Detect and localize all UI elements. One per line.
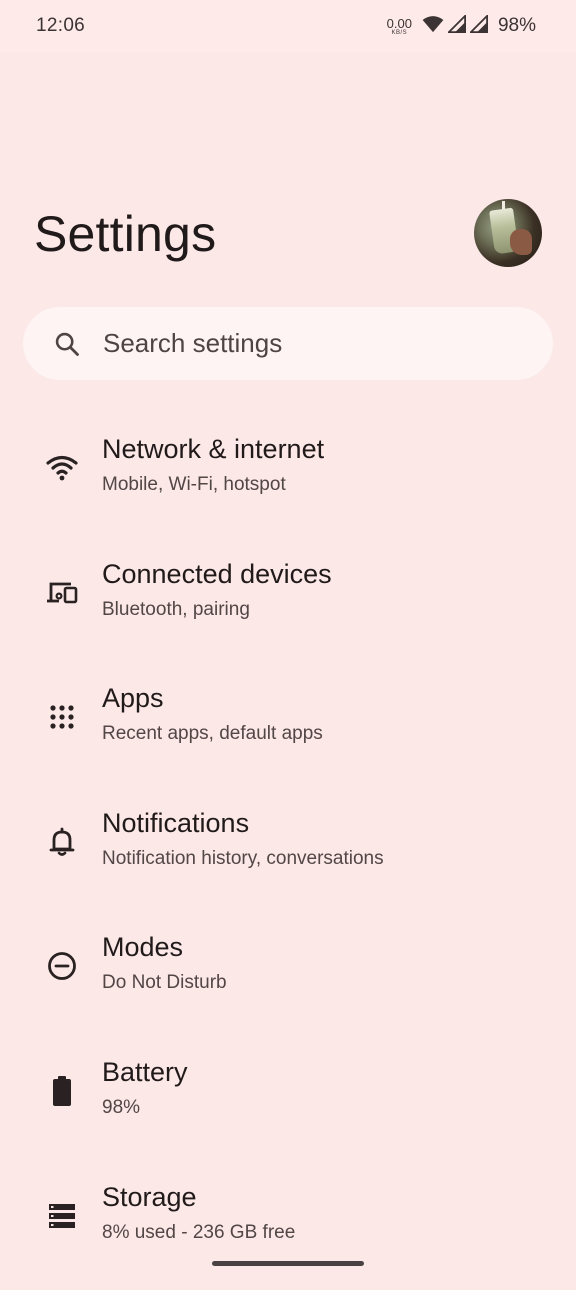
status-icons: 0.00 KB/S 98% xyxy=(387,13,536,38)
wifi-icon xyxy=(44,450,80,486)
settings-item-subtitle: Notification history, conversations xyxy=(102,847,384,869)
settings-item-storage[interactable]: Storage 8% used - 236 GB free xyxy=(0,1166,576,1290)
page-title: Settings xyxy=(34,206,217,262)
search-placeholder: Search settings xyxy=(103,328,283,358)
settings-item-modes[interactable]: Modes Do Not Disturb xyxy=(0,916,576,1041)
avatar-photo-hand xyxy=(510,229,532,255)
signal-icon xyxy=(446,13,466,38)
settings-item-battery[interactable]: Battery 98% xyxy=(0,1041,576,1166)
settings-item-notifications[interactable]: Notifications Notification history, conv… xyxy=(0,792,576,917)
avatar[interactable] xyxy=(474,199,542,267)
settings-item-connected-devices[interactable]: Connected devices Bluetooth, pairing xyxy=(0,543,576,668)
net-speed: 0.00 KB/S xyxy=(387,17,412,36)
status-time: 12:06 xyxy=(36,15,86,36)
settings-item-title: Modes xyxy=(102,932,184,963)
gesture-nav-handle[interactable] xyxy=(212,1261,364,1266)
bell-icon xyxy=(44,824,80,860)
minus-circle-icon xyxy=(44,948,80,984)
net-speed-unit: KB/S xyxy=(391,29,408,36)
settings-item-subtitle: 8% used - 236 GB free xyxy=(102,1221,296,1243)
search-input[interactable]: Search settings xyxy=(23,307,553,380)
net-speed-value: 0.00 xyxy=(386,15,412,31)
settings-item-title: Apps xyxy=(102,683,164,714)
apps-grid-icon xyxy=(44,699,80,735)
settings-item-subtitle: Mobile, Wi-Fi, hotspot xyxy=(102,474,286,495)
settings-item-subtitle: Recent apps, default apps xyxy=(102,723,323,745)
settings-list: Network & internet Mobile, Wi-Fi, hotspo… xyxy=(0,418,576,1290)
settings-item-apps[interactable]: Apps Recent apps, default apps xyxy=(0,667,576,792)
settings-item-title: Notifications xyxy=(102,807,250,838)
storage-icon xyxy=(44,1198,80,1234)
wifi-status-icon xyxy=(422,15,444,38)
devices-icon xyxy=(44,575,80,611)
settings-item-network[interactable]: Network & internet Mobile, Wi-Fi, hotspo… xyxy=(0,418,576,543)
signal-icon-2 xyxy=(468,13,488,38)
settings-item-title: Network & internet xyxy=(102,434,325,464)
settings-item-title: Battery xyxy=(102,1056,188,1087)
status-bar: 12:06 0.00 KB/S 98% xyxy=(0,0,576,52)
battery-icon xyxy=(44,1073,80,1109)
settings-item-subtitle: Do Not Disturb xyxy=(102,972,227,994)
battery-percent: 98% xyxy=(497,15,536,36)
settings-item-subtitle: Bluetooth, pairing xyxy=(102,598,250,620)
settings-item-title: Storage xyxy=(102,1181,197,1212)
search-icon xyxy=(53,330,81,358)
settings-item-subtitle: 98% xyxy=(102,1096,141,1118)
settings-item-title: Connected devices xyxy=(102,558,332,589)
